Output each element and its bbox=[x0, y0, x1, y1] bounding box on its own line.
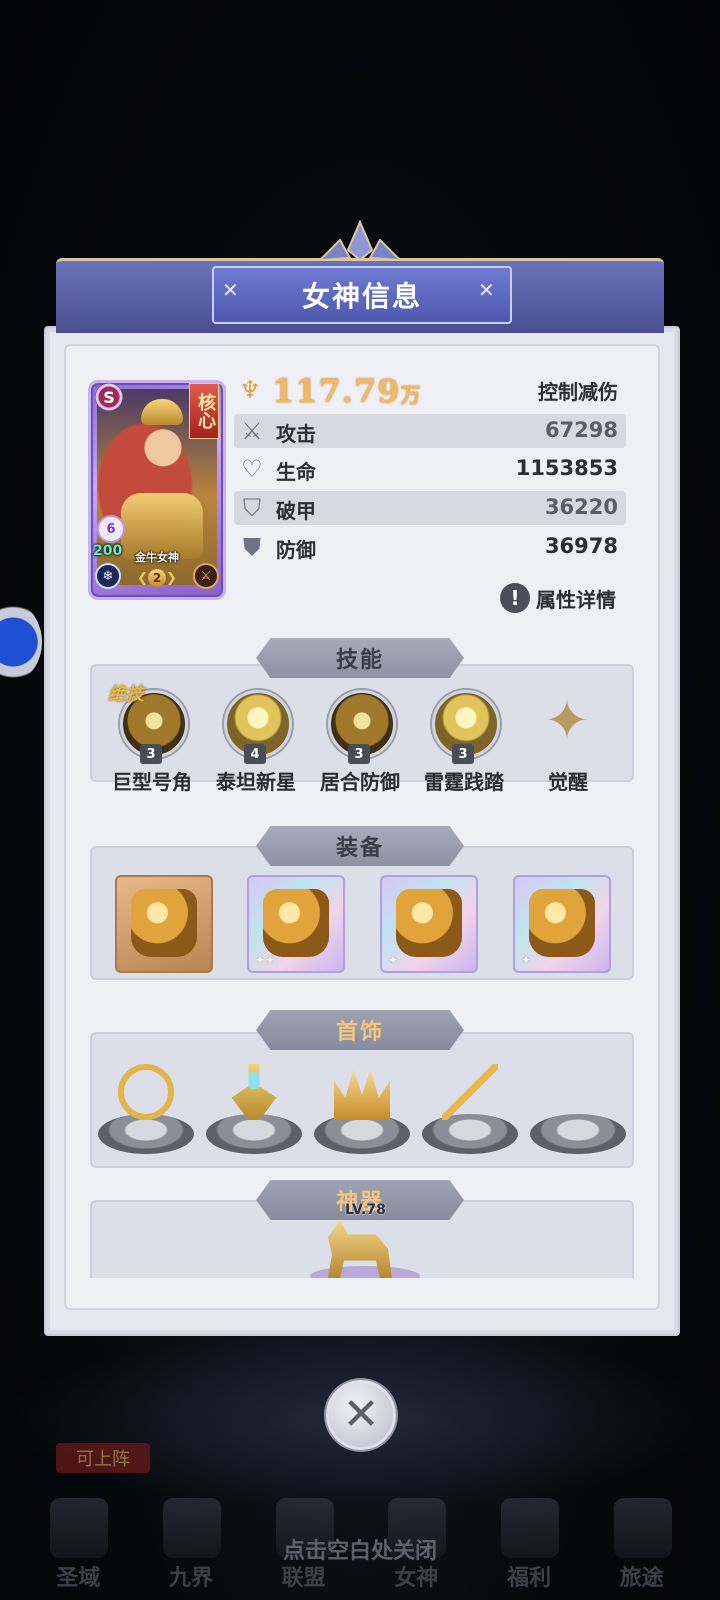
banner-crown-ornament bbox=[317, 220, 403, 262]
accessory-slot[interactable] bbox=[202, 1060, 306, 1160]
stat-row-attack: ⚔ 攻击 67298 bbox=[234, 414, 626, 448]
close-icon: ✕ bbox=[342, 1389, 380, 1440]
character-card[interactable]: S 核心 6 200 ❄ 金牛女神 ❮ 2 ❯ ⚔ bbox=[88, 380, 226, 600]
grade-badge: S bbox=[95, 383, 123, 411]
skill-item[interactable]: 3 雷霆践踏 bbox=[412, 690, 516, 794]
equipment-slot[interactable]: ✦ bbox=[380, 875, 478, 973]
heart-icon: ♡ bbox=[241, 455, 263, 483]
broken-shield-icon: ⛉ bbox=[243, 494, 261, 522]
accessory-slot[interactable] bbox=[94, 1060, 198, 1160]
equipment-slot[interactable] bbox=[115, 875, 213, 973]
accessory-slot-empty[interactable] bbox=[526, 1060, 630, 1160]
skill-level: 3 bbox=[452, 744, 474, 764]
chest-armor-icon bbox=[396, 889, 462, 957]
right-wing-icon: ❯ bbox=[166, 570, 177, 586]
info-icon: ! bbox=[500, 583, 530, 613]
stat-row-defense: ⛊ 防御 36978 bbox=[234, 530, 626, 564]
stat-row-hp: ♡ 生命 1153853 bbox=[234, 452, 626, 486]
side-orb-button[interactable] bbox=[0, 600, 42, 684]
skill-level: 3 bbox=[140, 744, 162, 764]
rank-number: 2 bbox=[148, 569, 166, 587]
ice-element-icon: ❄ bbox=[95, 563, 121, 589]
crown-icon bbox=[334, 1069, 390, 1120]
dialog-title-plate: ✕ 女神信息 ✕ bbox=[212, 266, 512, 324]
skill-item[interactable]: ✦ 觉醒 bbox=[516, 689, 620, 795]
core-tag: 核心 bbox=[189, 383, 219, 439]
left-ornament-icon: ✕ bbox=[222, 278, 241, 302]
gem-earrings-icon bbox=[231, 1064, 277, 1120]
rank-badge: ❮ 2 ❯ bbox=[137, 567, 177, 589]
skill-level: 4 bbox=[244, 744, 266, 764]
power-value: 117.79万 bbox=[272, 372, 422, 410]
skill-item[interactable]: 3 居合防御 bbox=[308, 690, 412, 794]
equipment-header: 装备 bbox=[256, 826, 464, 866]
equipment-slot[interactable]: ✦✦ bbox=[247, 875, 345, 973]
weapon-class-icon: ⚔ bbox=[193, 563, 219, 589]
pedestal bbox=[530, 1114, 626, 1154]
close-button[interactable]: ✕ bbox=[326, 1380, 396, 1450]
pedestal bbox=[206, 1114, 302, 1154]
swords-icon: ⚔ bbox=[241, 417, 263, 445]
star-rating: ✦✦ bbox=[255, 953, 276, 967]
equipment-slot[interactable]: ✦ bbox=[513, 875, 611, 973]
skill-name: 雷霆践踏 bbox=[424, 770, 504, 794]
skill-item[interactable]: 绝技 3 巨型号角 bbox=[100, 684, 204, 794]
skill-name: 居合防御 bbox=[320, 770, 400, 794]
left-wing-icon: ❮ bbox=[137, 570, 148, 586]
close-hint-text: 点击空白处关闭 bbox=[282, 1539, 437, 1564]
artifact-level: LV.78 bbox=[345, 1202, 386, 1218]
attribute-details-button[interactable]: ! 属性详情 bbox=[500, 580, 630, 616]
right-ornament-icon: ✕ bbox=[478, 278, 497, 302]
scepter-icon bbox=[442, 1064, 498, 1120]
pedestal bbox=[314, 1114, 410, 1154]
artifact-pedestal bbox=[310, 1266, 420, 1278]
stat-row-armor-break: ⛉ 破甲 36220 bbox=[234, 491, 626, 525]
star-rating: ✦ bbox=[521, 953, 532, 967]
pedestal bbox=[422, 1114, 518, 1154]
helmet-icon bbox=[263, 889, 329, 957]
shield-icon: ⛊ bbox=[243, 533, 261, 561]
dialog-title: 女神信息 bbox=[301, 280, 422, 313]
skill-name: 觉醒 bbox=[548, 770, 588, 794]
accessory-slot[interactable] bbox=[418, 1060, 522, 1160]
star-count-badge: 6 bbox=[97, 515, 125, 543]
skill-name: 泰坦新星 bbox=[216, 770, 296, 794]
skill-level: 3 bbox=[348, 744, 370, 764]
power-row: ♆ 117.79万 控制减伤 bbox=[236, 372, 628, 410]
power-icon: ♆ bbox=[239, 376, 261, 404]
character-name: 金牛女神 bbox=[135, 551, 179, 564]
accessory-slot[interactable] bbox=[310, 1060, 414, 1160]
pedestal bbox=[98, 1114, 194, 1154]
boots-icon bbox=[529, 889, 595, 957]
skill-name: 巨型号角 bbox=[112, 770, 192, 794]
star-rating: ✦ bbox=[388, 953, 399, 967]
skill-item[interactable]: 4 泰坦新星 bbox=[204, 690, 308, 794]
skills-header: 技能 bbox=[256, 638, 464, 678]
gold-earrings-icon bbox=[118, 1064, 174, 1120]
awakening-star-icon: ✦ bbox=[544, 689, 590, 752]
ultimate-tag: 绝技 bbox=[108, 684, 144, 705]
bottom-navigation: 圣域 九界 联盟 女神 福利 旅途 bbox=[0, 1450, 720, 1600]
accessories-header: 首饰 bbox=[256, 1010, 464, 1050]
role-label: 控制减伤 bbox=[538, 380, 618, 404]
shoulder-guard-icon bbox=[131, 889, 197, 957]
